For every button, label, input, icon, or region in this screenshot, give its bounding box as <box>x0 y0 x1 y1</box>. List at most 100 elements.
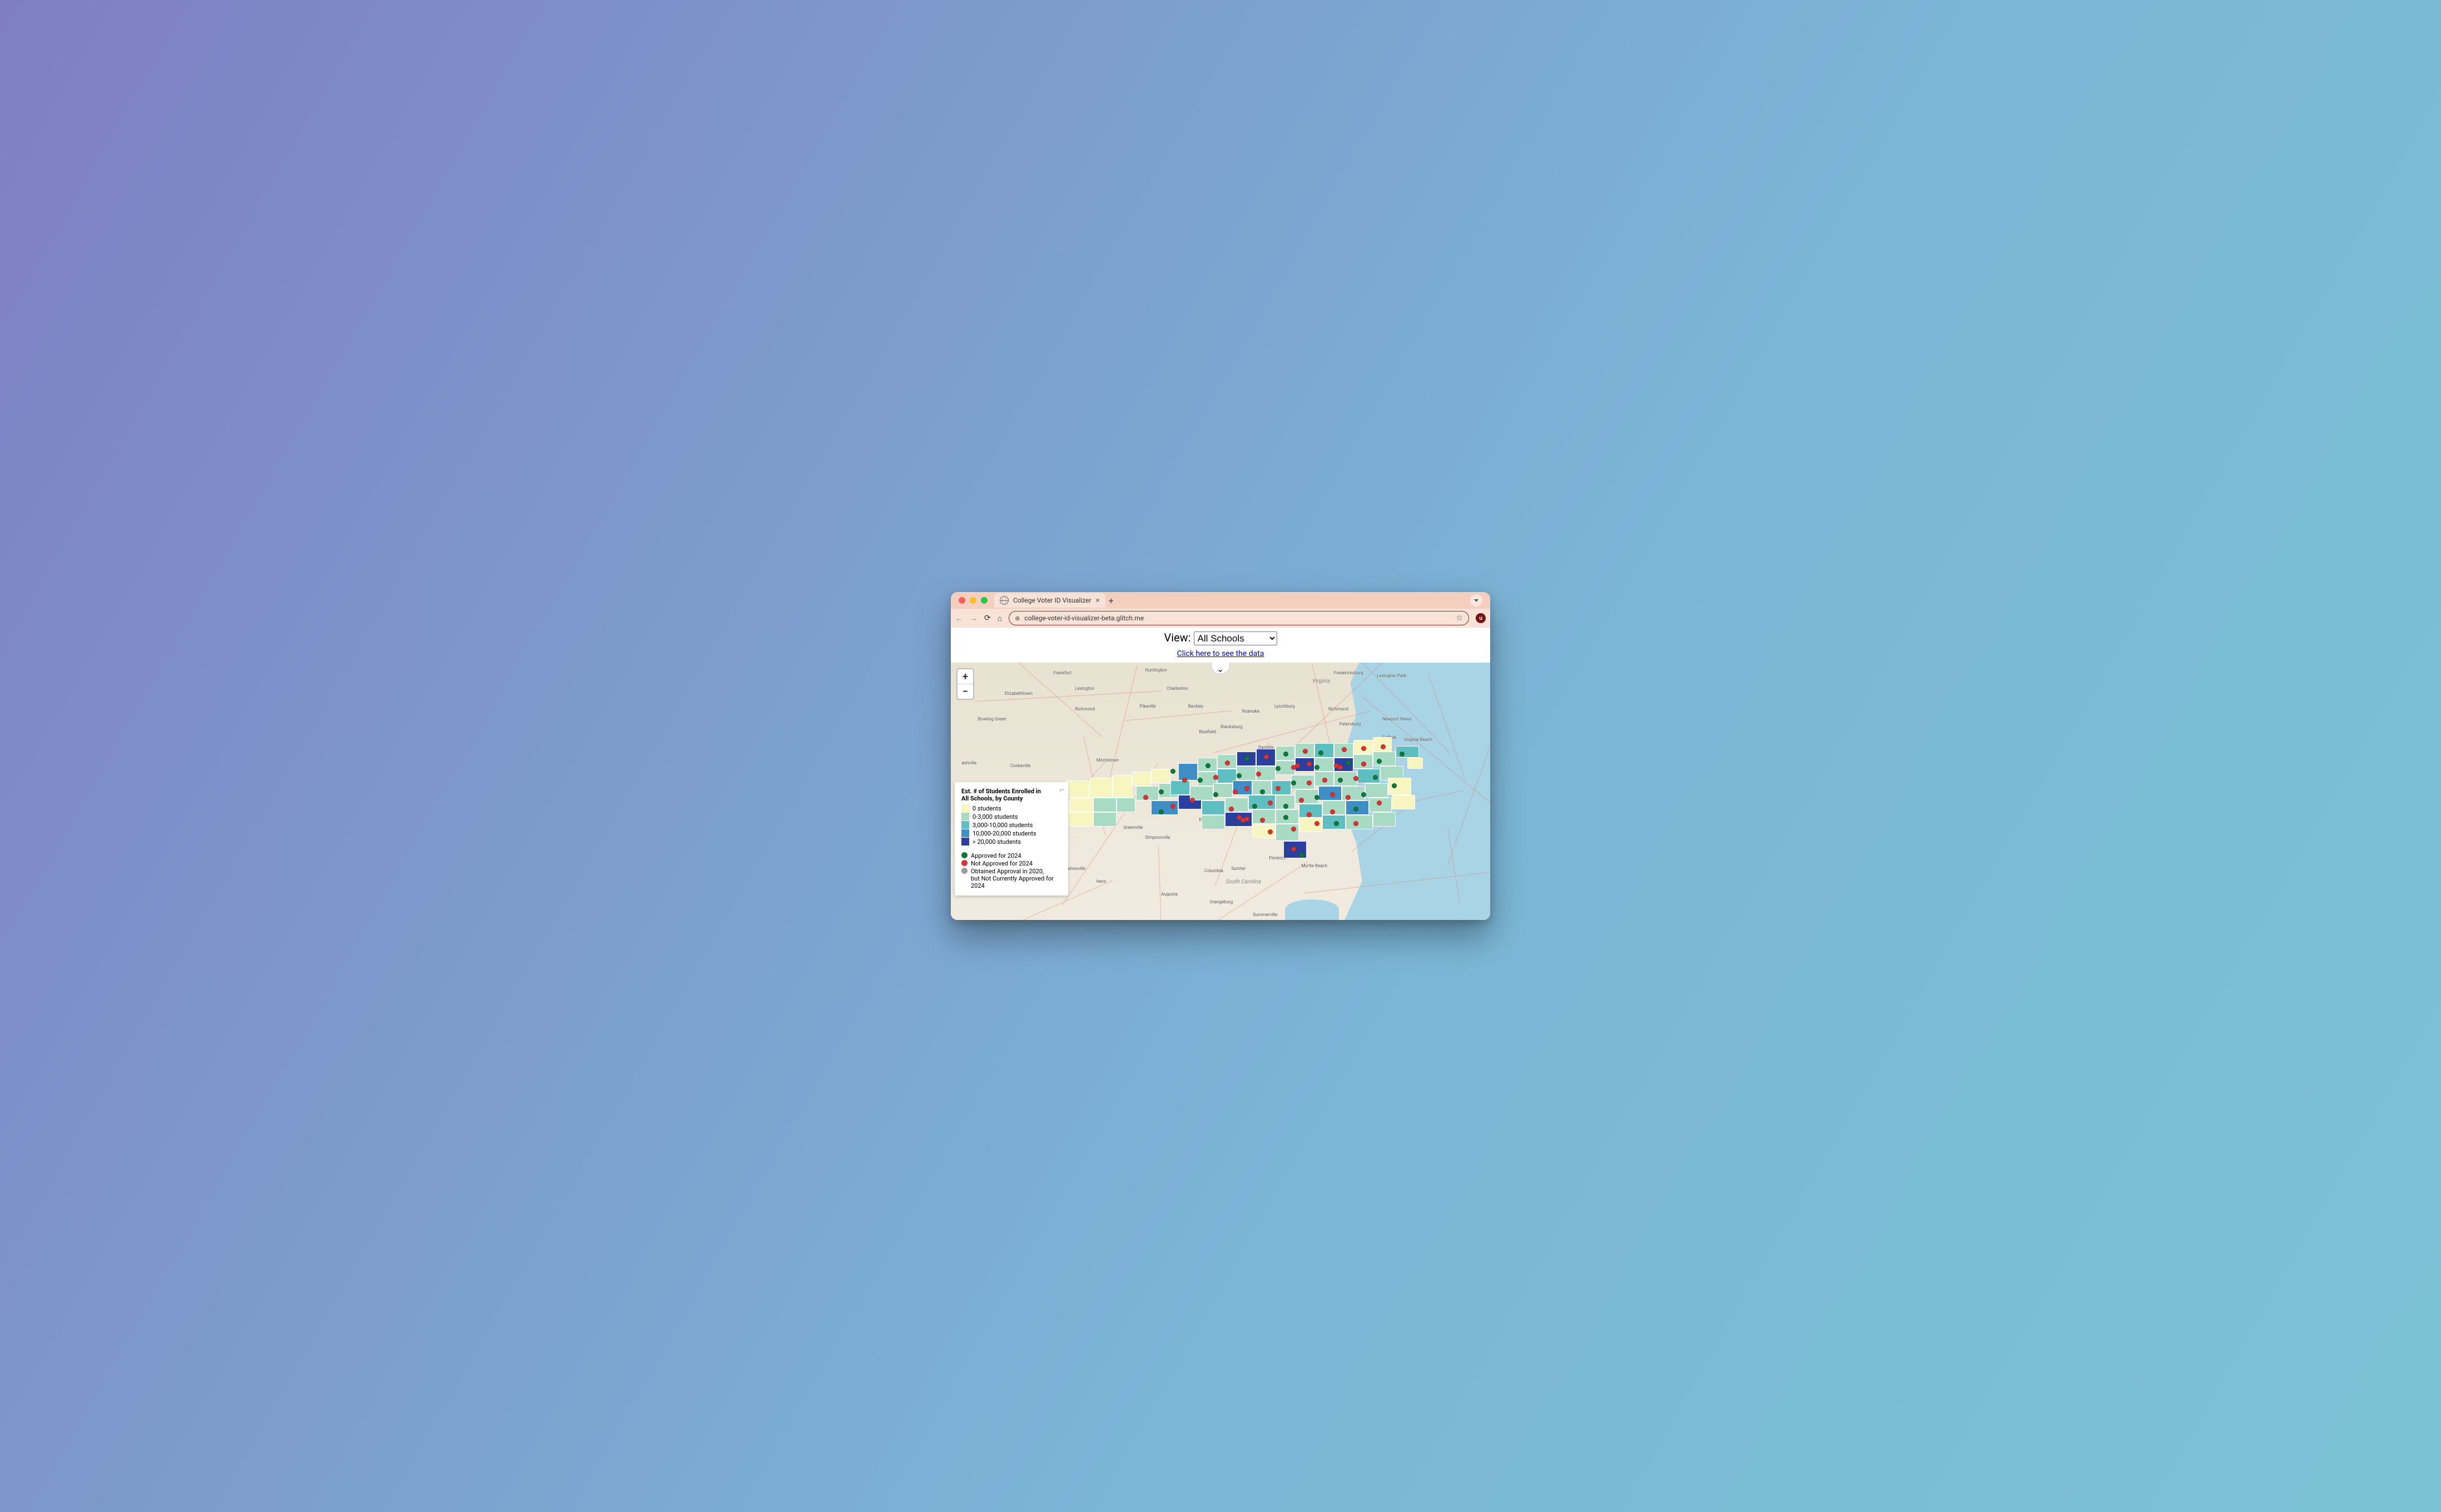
school-marker[interactable] <box>1283 804 1288 809</box>
school-marker[interactable] <box>1346 760 1351 765</box>
county[interactable] <box>1170 780 1190 795</box>
nc-choropleth[interactable] <box>1043 737 1431 881</box>
county[interactable] <box>1365 783 1388 798</box>
school-marker[interactable] <box>1334 821 1339 826</box>
county[interactable] <box>1202 800 1225 815</box>
minimize-window[interactable] <box>970 597 976 604</box>
county[interactable] <box>1276 824 1299 841</box>
close-tab-icon[interactable]: × <box>1096 596 1100 605</box>
county[interactable] <box>1373 812 1396 827</box>
school-marker[interactable] <box>1307 780 1312 785</box>
school-marker[interactable] <box>1260 789 1265 794</box>
county[interactable] <box>1132 772 1152 786</box>
county[interactable] <box>1093 798 1117 812</box>
school-marker[interactable] <box>1276 766 1281 771</box>
school-marker[interactable] <box>1314 795 1319 800</box>
school-marker[interactable] <box>1307 812 1312 817</box>
school-marker[interactable] <box>1338 765 1343 770</box>
nav-home-icon[interactable]: ⌂ <box>998 614 1002 623</box>
school-marker[interactable] <box>1233 789 1238 794</box>
school-marker[interactable] <box>1353 776 1358 781</box>
site-info-icon[interactable]: ⊕ <box>1015 615 1020 622</box>
school-marker[interactable] <box>1330 792 1335 797</box>
zoom-out-button[interactable]: − <box>957 684 973 699</box>
city-label: Petersburg <box>1339 722 1361 727</box>
school-marker[interactable] <box>1330 809 1335 814</box>
map-viewport[interactable]: FrankfortLexingtonRichmondHuntingtonChar… <box>951 663 1490 920</box>
school-marker[interactable] <box>1381 744 1386 749</box>
school-marker[interactable] <box>1377 759 1382 764</box>
school-marker[interactable] <box>1318 750 1323 755</box>
school-marker[interactable] <box>1295 763 1300 768</box>
legend-dot <box>961 852 968 858</box>
county[interactable] <box>1070 798 1093 812</box>
chevron-up-icon: ⌃ <box>1217 663 1224 674</box>
city-label: Augusta <box>1161 892 1178 897</box>
bookmark-star-icon[interactable]: ☆ <box>1456 614 1463 623</box>
school-marker[interactable] <box>1159 789 1164 794</box>
county[interactable] <box>1202 815 1225 829</box>
data-link[interactable]: Click here to see the data <box>1177 649 1264 658</box>
county[interactable] <box>1151 769 1170 783</box>
legend: ⌐ Est. # of Students Enrolled in All Sch… <box>955 782 1068 896</box>
school-marker[interactable] <box>1244 756 1249 761</box>
address-bar[interactable]: ⊕ college-voter-id-visualizer-beta.glitc… <box>1009 611 1469 625</box>
zoom-in-button[interactable]: + <box>957 669 973 684</box>
school-marker[interactable] <box>1170 804 1175 809</box>
county[interactable] <box>1117 798 1136 812</box>
school-marker[interactable] <box>1225 760 1230 765</box>
city-label: Beckley <box>1188 704 1203 709</box>
ublock-icon[interactable]: u <box>1476 613 1486 623</box>
school-marker[interactable] <box>1353 821 1358 826</box>
county[interactable] <box>1113 775 1132 798</box>
nav-back-icon[interactable]: ← <box>955 614 963 623</box>
county[interactable] <box>1178 763 1198 780</box>
school-marker[interactable] <box>1353 807 1358 812</box>
nav-forward-icon[interactable]: → <box>970 614 978 623</box>
county[interactable] <box>1392 795 1415 809</box>
legend-expand-icon[interactable]: ⌐ <box>1060 784 1065 795</box>
close-window[interactable] <box>959 597 965 604</box>
county[interactable] <box>1346 815 1373 829</box>
school-marker[interactable] <box>1213 792 1218 797</box>
school-marker[interactable] <box>1373 775 1378 780</box>
county[interactable] <box>1272 780 1291 795</box>
new-tab-button[interactable]: + <box>1109 595 1114 606</box>
school-marker[interactable] <box>1244 817 1249 822</box>
window-controls <box>959 597 988 604</box>
school-marker[interactable] <box>1229 807 1234 812</box>
school-marker[interactable] <box>1252 804 1257 809</box>
school-marker[interactable] <box>1361 746 1366 751</box>
school-marker[interactable] <box>1377 800 1382 805</box>
legend-title: Est. # of Students Enrolled in All Schoo… <box>961 788 1061 802</box>
legend-bin-row: 3,000-10,000 students <box>961 821 1061 829</box>
view-select[interactable]: All Schools <box>1194 631 1277 645</box>
maximize-window[interactable] <box>981 597 988 604</box>
county[interactable] <box>1396 746 1419 758</box>
county[interactable] <box>1066 780 1089 798</box>
school-marker[interactable] <box>1314 765 1319 770</box>
school-marker[interactable] <box>1213 775 1218 780</box>
school-marker[interactable] <box>1299 853 1304 858</box>
school-marker[interactable] <box>1361 762 1366 767</box>
browser-tab[interactable]: College Voter ID Visualizer × <box>994 593 1105 608</box>
school-marker[interactable] <box>1346 795 1351 800</box>
school-marker[interactable] <box>1314 821 1319 826</box>
nav-reload-icon[interactable]: ⟳ <box>984 614 991 623</box>
school-marker[interactable] <box>1322 778 1327 783</box>
school-marker[interactable] <box>1291 827 1296 832</box>
titlebar: College Voter ID Visualizer × + <box>951 592 1490 609</box>
legend-bin-row: > 20,000 students <box>961 838 1061 845</box>
school-marker[interactable] <box>1299 798 1304 803</box>
school-marker[interactable] <box>1338 778 1343 783</box>
county[interactable] <box>1407 758 1423 769</box>
school-marker[interactable] <box>1291 780 1296 785</box>
tabs-dropdown[interactable] <box>1470 594 1482 606</box>
county[interactable] <box>1373 752 1396 766</box>
county[interactable] <box>1066 812 1093 827</box>
county[interactable] <box>1089 778 1113 798</box>
county[interactable] <box>1314 743 1334 758</box>
school-marker[interactable] <box>1361 792 1366 797</box>
county[interactable] <box>1093 812 1117 827</box>
school-marker[interactable] <box>1303 749 1308 754</box>
